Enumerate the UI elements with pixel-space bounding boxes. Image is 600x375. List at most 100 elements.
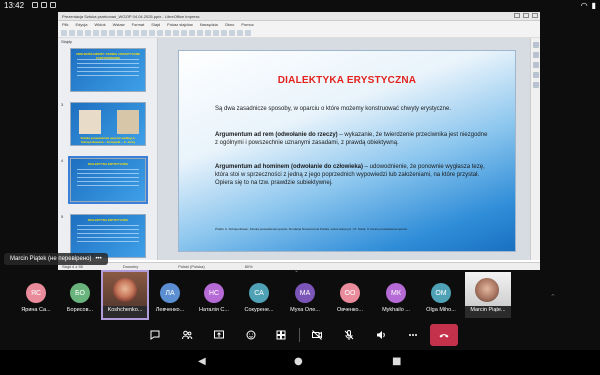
shared-screen: Prezentacja Sztuka przekonań_WOZIP 04.04… — [58, 12, 540, 270]
people-icon — [182, 330, 193, 340]
speaker-button[interactable] — [371, 325, 391, 345]
portrait-image — [79, 110, 101, 134]
participant-tile[interactable]: БО Борисов... — [58, 272, 102, 318]
participant-video[interactable]: Marcin Piąte... — [465, 272, 511, 318]
participant-name: Овченко... — [336, 307, 364, 313]
menu-item: Pokaz slajdów — [167, 22, 193, 27]
toolbar-icon — [221, 29, 227, 36]
battery-icon: ▮ — [591, 1, 596, 10]
toolbar-icon — [149, 29, 155, 36]
toolbar-icon — [93, 29, 99, 36]
recents-icon[interactable]: ■ — [392, 356, 401, 367]
menu-item: Format — [131, 22, 145, 27]
toolbar-icon — [141, 29, 147, 36]
people-button[interactable] — [177, 325, 197, 345]
back-icon[interactable]: ◀ — [198, 356, 206, 367]
camera-off-icon — [312, 330, 322, 340]
window-title: Prezentacja Sztuka przekonań_WOZIP 04.04… — [62, 13, 200, 19]
toolbar-icon — [165, 29, 171, 36]
participant-video-active-speaker[interactable]: Koshchenko... — [101, 270, 149, 320]
participant-tile[interactable]: ОО Овченко... — [328, 272, 372, 318]
chat-button[interactable] — [145, 325, 165, 345]
participant-tile[interactable]: ОМ Olga Miho... — [419, 272, 463, 318]
thumbnail-number: 5 — [61, 214, 64, 219]
menu-item: Edycja — [75, 22, 88, 27]
notification-icon — [32, 2, 38, 8]
navigator-icon — [532, 62, 539, 68]
toolbar-icon — [245, 29, 251, 36]
gallery-icon — [532, 52, 539, 58]
phone-hangup-icon — [439, 334, 449, 338]
menu-item: Wstaw — [112, 22, 125, 27]
slides-panel-header: Slajdy — [61, 39, 72, 44]
participant-tile[interactable]: НС Наталія С... — [192, 272, 236, 318]
toolbar-icon — [237, 29, 243, 36]
notification-icon — [50, 2, 56, 8]
participant-name: Mykhailo ... — [382, 307, 410, 313]
toolbar-icon — [197, 29, 203, 36]
thumbnail-title: DIALEKTYKA ERYSTYCZNA — [87, 162, 129, 166]
participant-name: Marcin Piąte... — [470, 307, 506, 313]
slide-thumbnail: ZDOLNOŚCI MOWY: TEORIA I PRAKTYCZNE ZAST… — [70, 48, 146, 92]
presenter-name-tag[interactable]: Marcin Piątek (не перевірено) ••• — [4, 253, 108, 265]
close-icon — [532, 13, 538, 18]
toolbar-icon — [117, 29, 123, 36]
slide-thumbnail: Sztuka prowadzenia sporów według A. Scho… — [70, 102, 146, 146]
menu-item: Plik — [62, 22, 69, 27]
avatar: ЯС — [26, 283, 46, 303]
menu-item: Widok — [94, 22, 106, 27]
share-screen-icon — [214, 330, 224, 339]
avatar: МК — [386, 283, 406, 303]
avatar: ОО — [340, 283, 360, 303]
video-feed — [113, 278, 137, 302]
toolbar-icon — [157, 29, 163, 36]
menu-item: Narzędzia — [199, 22, 218, 27]
scroll-indicator-icon: ⌃ — [550, 293, 556, 301]
toolbar-icon — [189, 29, 195, 36]
clock: 13:42 — [4, 1, 25, 10]
avatar: БО — [70, 283, 90, 303]
slide-title: DIALEKTYKA ERYSTYCZNA — [277, 75, 417, 86]
toolbar-icon — [229, 29, 235, 36]
reactions-icon — [246, 330, 256, 340]
speaker-icon — [377, 331, 385, 339]
participant-tile[interactable]: ЯС Ярина Са... — [14, 272, 58, 318]
home-icon[interactable]: ● — [294, 356, 303, 367]
reactions-button[interactable] — [241, 325, 261, 345]
styles-icon — [532, 72, 539, 78]
toolbar-icon — [213, 29, 219, 36]
wifi-icon: ◠ — [580, 1, 588, 10]
menu-item: Okno — [224, 22, 235, 27]
book-cover-image — [117, 110, 139, 134]
share-button[interactable] — [209, 325, 229, 345]
presenter-name: Marcin Piątek (не перевірено) — [10, 256, 92, 262]
minimize-icon — [514, 13, 520, 18]
call-controls — [0, 320, 600, 350]
participant-tile[interactable]: МА Муха Оле... — [283, 272, 327, 318]
participant-name: Левченко... — [155, 307, 185, 313]
slide-term: Argumentum ad hominem (odwołanie do czło… — [215, 164, 364, 170]
thumbnail-number: 4 — [61, 158, 64, 163]
toolbar-icon — [125, 29, 131, 36]
avatar: СА — [249, 283, 269, 303]
system-indicators: ◠ ▮ — [581, 1, 596, 10]
toolbar-icon — [205, 29, 211, 36]
participant-tile[interactable]: СА Сокурене... — [237, 272, 281, 318]
slide-paragraph: Są dwa zasadnicze sposoby, w oparciu o k… — [215, 106, 451, 112]
slide-thumbnail: DIALEKTYKA ERYSTYCZNA — [70, 214, 146, 258]
maximize-icon — [523, 13, 529, 18]
participant-tile[interactable]: ЛА Левченко... — [148, 272, 192, 318]
hang-up-button[interactable] — [430, 324, 458, 346]
more-button[interactable] — [403, 325, 423, 345]
animation-icon — [532, 82, 539, 88]
apps-button[interactable] — [271, 325, 291, 345]
camera-toggle-button[interactable] — [307, 325, 327, 345]
slide-editor: DIALEKTYKA ERYSTYCZNA Są dwa zasadnicze … — [158, 38, 530, 260]
participant-name: Сокурене... — [244, 307, 274, 313]
slide-footnote: Źródło: A. Schopenhauer, Sztuka prowadze… — [215, 227, 408, 231]
participants-strip: ЯС Ярина Са... БО Борисов... Koshchenko.… — [0, 270, 600, 320]
participant-tile[interactable]: МК Mykhailo ... — [374, 272, 418, 318]
more-options-icon[interactable]: ••• — [95, 256, 101, 262]
mic-toggle-button[interactable] — [339, 325, 359, 345]
toolbar-icon — [173, 29, 179, 36]
